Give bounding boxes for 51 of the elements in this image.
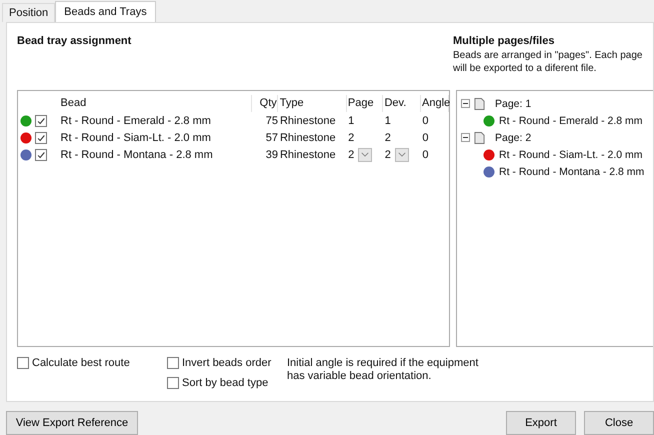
- table-cell: 1: [348, 114, 354, 126]
- table-cell-text: Rhinestone: [278, 114, 337, 126]
- page-icon: [474, 96, 485, 110]
- table-cell: 2: [384, 132, 391, 144]
- table-cell: 2: [348, 132, 354, 144]
- tree-item[interactable]: Page: 2: [495, 132, 532, 144]
- collapse-icon[interactable]: [461, 133, 470, 142]
- table-cell: 1: [384, 114, 391, 126]
- tab[interactable]: Position: [2, 3, 56, 22]
- table-cell-text: 57: [264, 132, 278, 144]
- tab[interactable]: Beads and Trays: [55, 1, 156, 22]
- section-title: Multiple pages/files: [453, 35, 556, 47]
- table-cell-text: 0: [421, 114, 430, 126]
- checkbox-label[interactable]: Invert beads order: [182, 357, 272, 369]
- checkbox[interactable]: [35, 114, 47, 126]
- checkbox[interactable]: [17, 357, 29, 369]
- column-header[interactable]: Page: [346, 95, 384, 112]
- checkbox[interactable]: [167, 357, 179, 369]
- tree-item[interactable]: Rt - Round - Siam-Lt. - 2.0 mm: [499, 148, 643, 160]
- tree-item[interactable]: Page: 1: [495, 98, 532, 110]
- dialog-button[interactable]: Close: [584, 411, 654, 435]
- checkbox[interactable]: [167, 377, 179, 389]
- description: Beads are arranged in "pages". Each page will be exported to a diferent file.: [453, 49, 644, 75]
- table-cell: 2: [348, 148, 354, 160]
- tree-item[interactable]: Rt - Round - Emerald - 2.8 mm: [499, 114, 643, 126]
- table-cell-text: 0: [421, 132, 430, 144]
- section-title: Bead tray assignment: [17, 35, 132, 47]
- view-export-reference-button[interactable]: View Export Reference: [6, 411, 138, 435]
- table-cell-text: 39: [264, 148, 278, 160]
- collapse-icon[interactable]: [461, 99, 470, 108]
- table-cell-text: 0: [421, 148, 430, 160]
- table-cell-text: 75: [264, 114, 278, 126]
- column-header[interactable]: Qty: [252, 95, 278, 112]
- checkbox-label[interactable]: Calculate best route: [32, 357, 130, 369]
- table-cell-text: Rhinestone: [278, 148, 337, 160]
- checkbox-label[interactable]: Sort by bead type: [182, 377, 268, 389]
- tree-item[interactable]: Rt - Round - Montana - 2.8 mm: [499, 166, 644, 178]
- column-header[interactable]: Type: [278, 95, 347, 112]
- checkbox[interactable]: [35, 132, 47, 144]
- column-header[interactable]: Angle: [421, 95, 450, 112]
- column-header[interactable]: Dev.: [383, 95, 422, 112]
- checkbox[interactable]: [35, 148, 47, 160]
- column-header[interactable]: Bead: [60, 95, 252, 112]
- table-cell: 2: [384, 148, 391, 160]
- table-cell-text: Rhinestone: [278, 132, 337, 144]
- dialog-button[interactable]: Export: [506, 411, 576, 435]
- note-text: Initial angle is required if the equipment has variable bead orientation.: [287, 357, 480, 383]
- table-cell-text: Rt - Round - Montana - 2.8 mm: [60, 148, 214, 160]
- table-cell-text: Rt - Round - Emerald - 2.8 mm: [60, 114, 212, 126]
- page-icon: [474, 130, 485, 144]
- table-cell-text: Rt - Round - Siam-Lt. - 2.0 mm: [60, 132, 212, 144]
